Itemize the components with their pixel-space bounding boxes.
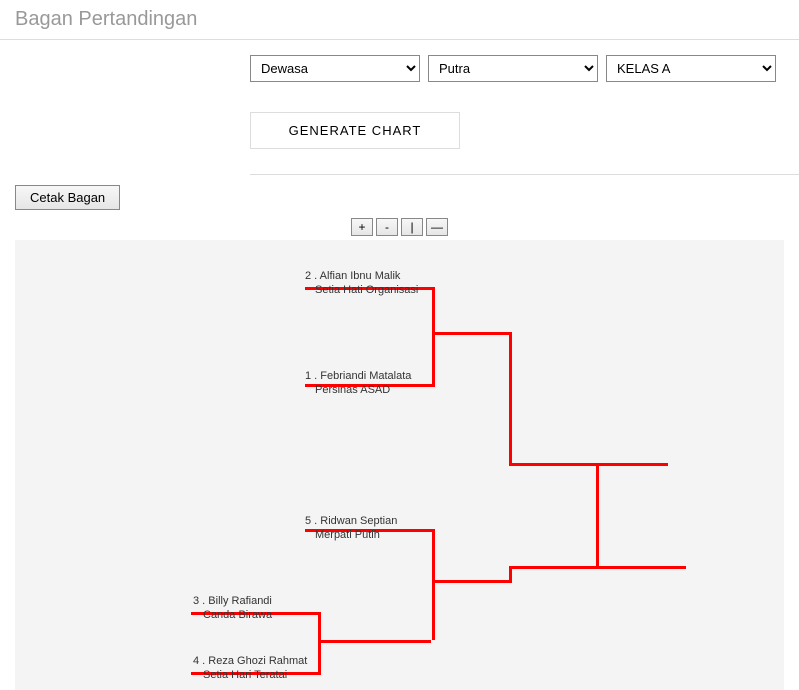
player-name: 5 . Ridwan Septian: [305, 515, 397, 527]
bracket-entry: 3 . Billy Rafiandi Canda Birawa: [193, 595, 323, 621]
bracket-chart: 2 . Alfian Ibnu Malik Setia Hati Organisa…: [15, 240, 784, 690]
player-club: Merpati Putih: [305, 529, 435, 541]
bracket-entry: 1 . Febriandi Matalata Persinas ASAD: [305, 370, 435, 396]
bracket-entry: 4 . Reza Ghozi Rahmat Setia Hari Teratai: [193, 655, 323, 681]
player-name: 4 . Reza Ghozi Rahmat: [193, 655, 307, 667]
bracket-connector: [509, 332, 512, 466]
player-club: Setia Hari Teratai: [193, 669, 323, 681]
zoom-in-button[interactable]: +: [351, 218, 373, 236]
zoom-out-button[interactable]: -: [376, 218, 398, 236]
bracket-connector: [432, 529, 435, 640]
bracket-connector: [596, 566, 686, 569]
zoom-reset-button[interactable]: |: [401, 218, 423, 236]
gender-select[interactable]: Putra: [428, 55, 598, 82]
age-group-select[interactable]: Dewasa: [250, 55, 420, 82]
player-name: 2 . Alfian Ibnu Malik: [305, 270, 400, 282]
bracket-connector: [509, 566, 596, 569]
filter-bar: Dewasa Putra KELAS A GENERATE CHART: [0, 40, 799, 149]
generate-button[interactable]: GENERATE CHART: [250, 112, 460, 149]
bracket-connector: [432, 580, 512, 583]
player-club: Setia Hati Organisasi: [305, 284, 435, 296]
player-name: 1 . Febriandi Matalata: [305, 370, 411, 382]
player-club: Persinas ASAD: [305, 384, 435, 396]
page-title: Bagan Pertandingan: [0, 0, 799, 40]
bracket-connector: [596, 463, 599, 569]
bracket-connector: [596, 463, 668, 466]
zoom-fit-button[interactable]: —: [426, 218, 448, 236]
player-club: Canda Birawa: [193, 609, 323, 621]
bracket-entry: 5 . Ridwan Septian Merpati Putih: [305, 515, 435, 541]
bracket-connector: [432, 332, 512, 335]
class-select[interactable]: KELAS A: [606, 55, 776, 82]
player-name: 3 . Billy Rafiandi: [193, 595, 272, 607]
bracket-entry: 2 . Alfian Ibnu Malik Setia Hati Organisa…: [305, 270, 435, 296]
section-divider: [250, 174, 799, 175]
bracket-connector: [318, 640, 431, 643]
zoom-toolbar: + - | —: [0, 218, 799, 236]
print-button[interactable]: Cetak Bagan: [15, 185, 120, 210]
bracket-connector: [509, 463, 599, 466]
